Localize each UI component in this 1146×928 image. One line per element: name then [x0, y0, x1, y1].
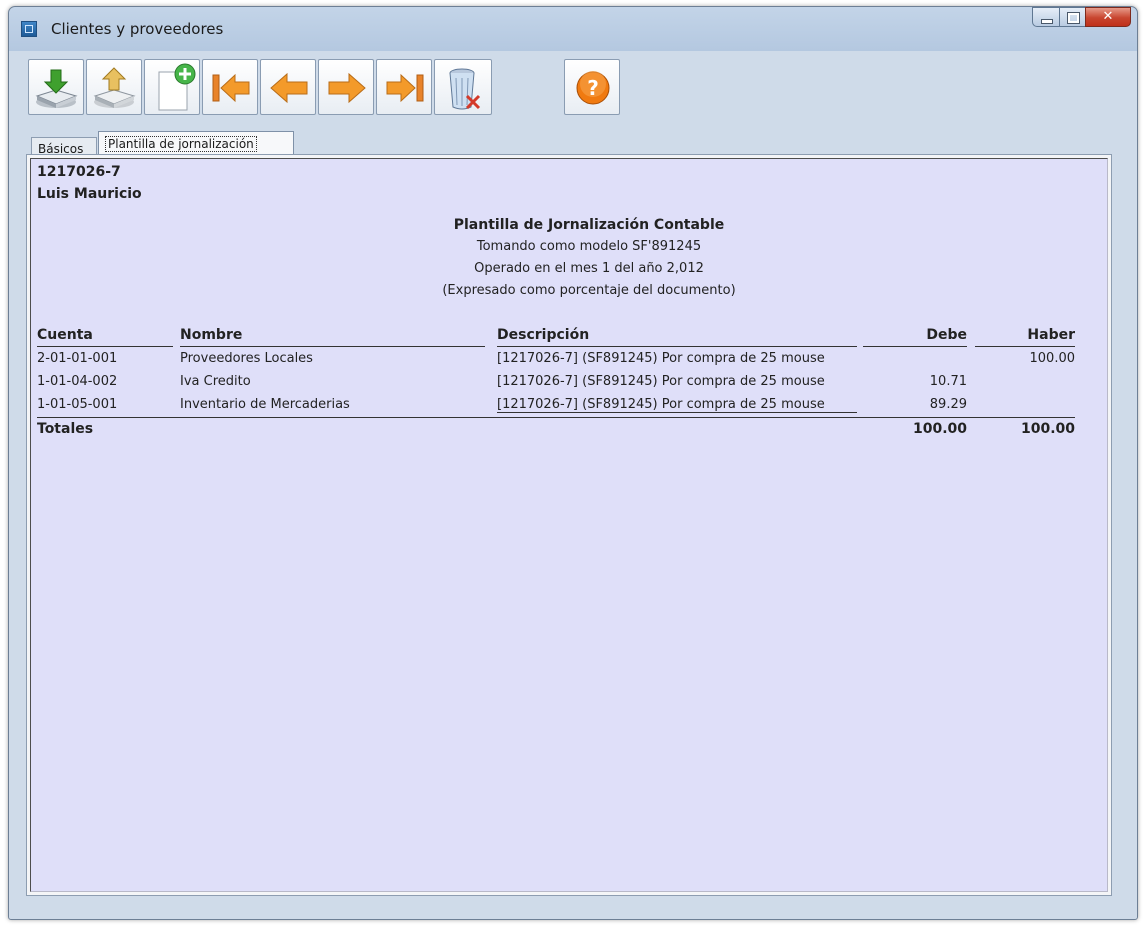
entity-code: 1217026-7	[37, 164, 121, 180]
last-record-icon	[386, 73, 424, 103]
window-title: Clientes y proveedores	[51, 20, 224, 38]
column-header-debe: Debe	[863, 327, 967, 347]
next-button[interactable]	[318, 59, 374, 115]
prev-button[interactable]	[260, 59, 316, 115]
maximize-button[interactable]	[1059, 7, 1085, 27]
window-controls: ✕	[1032, 7, 1131, 27]
cell-nombre: Proveedores Locales	[180, 351, 313, 366]
entity-name: Luis Mauricio	[37, 186, 142, 202]
save-tray-icon	[35, 69, 78, 108]
cell-cuenta: 2-01-01-001	[37, 351, 118, 366]
title-bar[interactable]: Clientes y proveedores ✕	[9, 7, 1137, 51]
totals-label: Totales	[37, 421, 94, 437]
last-button[interactable]	[376, 59, 432, 115]
column-header-haber: Haber	[975, 327, 1075, 347]
report-subtitle-model: Tomando como modelo SF'891245	[476, 239, 702, 254]
load-button[interactable]	[86, 59, 142, 115]
totals-debe: 100.00	[912, 421, 967, 437]
close-button[interactable]: ✕	[1085, 7, 1131, 27]
cell-descripcion: [1217026-7] (SF891245) Por compra de 25 …	[497, 351, 825, 366]
new-button[interactable]	[144, 59, 200, 115]
cell-descripcion: [1217026-7] (SF891245) Por compra de 25 …	[497, 374, 825, 389]
cell-nombre: Iva Credito	[180, 374, 251, 389]
column-header-descripcion: Descripción	[497, 327, 857, 347]
previous-arrow-icon	[270, 72, 308, 104]
table-row: 1-01-05-001 Inventario de Mercaderias [1…	[31, 397, 1107, 419]
next-arrow-icon	[328, 72, 366, 104]
report-view[interactable]: 1217026-7 Luis Mauricio Plantilla de Jor…	[30, 158, 1108, 892]
report-subtitle-period: Operado en el mes 1 del año 2,012	[474, 261, 704, 276]
close-icon: ✕	[1102, 9, 1114, 24]
report-subtitle-note: (Expresado como porcentaje del documento…	[442, 283, 736, 298]
first-record-icon	[212, 73, 250, 103]
cell-cuenta: 1-01-05-001	[37, 397, 118, 412]
trash-delete-icon	[449, 68, 481, 110]
column-header-nombre: Nombre	[180, 327, 485, 347]
cell-cuenta: 1-01-04-002	[37, 374, 118, 389]
svg-text:?: ?	[587, 76, 599, 100]
table-row: 2-01-01-001 Proveedores Locales [1217026…	[31, 351, 1107, 373]
help-icon: ?	[576, 71, 610, 105]
cell-haber: 100.00	[1029, 351, 1076, 366]
load-tray-icon	[93, 67, 136, 108]
tab-panel: 1217026-7 Luis Mauricio Plantilla de Jor…	[26, 154, 1112, 896]
minimize-button[interactable]	[1032, 7, 1059, 27]
table-row: 1-01-04-002 Iva Credito [1217026-7] (SF8…	[31, 374, 1107, 396]
column-header-cuenta: Cuenta	[37, 327, 173, 347]
first-button[interactable]	[202, 59, 258, 115]
cell-descripcion: [1217026-7] (SF891245) Por compra de 25 …	[497, 397, 857, 413]
cell-debe: 10.71	[929, 374, 967, 389]
cell-debe: 89.29	[929, 397, 967, 412]
help-button[interactable]: ?	[564, 59, 620, 115]
delete-button[interactable]	[434, 59, 492, 115]
totals-divider	[37, 417, 1075, 418]
cell-nombre: Inventario de Mercaderias	[180, 397, 350, 412]
app-icon	[21, 21, 37, 37]
totals-haber: 100.00	[1020, 421, 1075, 437]
new-document-icon	[158, 63, 196, 111]
save-button[interactable]	[28, 59, 84, 115]
report-title: Plantilla de Jornalización Contable	[453, 217, 725, 233]
tab-plantilla-label: Plantilla de jornalización	[105, 136, 257, 152]
